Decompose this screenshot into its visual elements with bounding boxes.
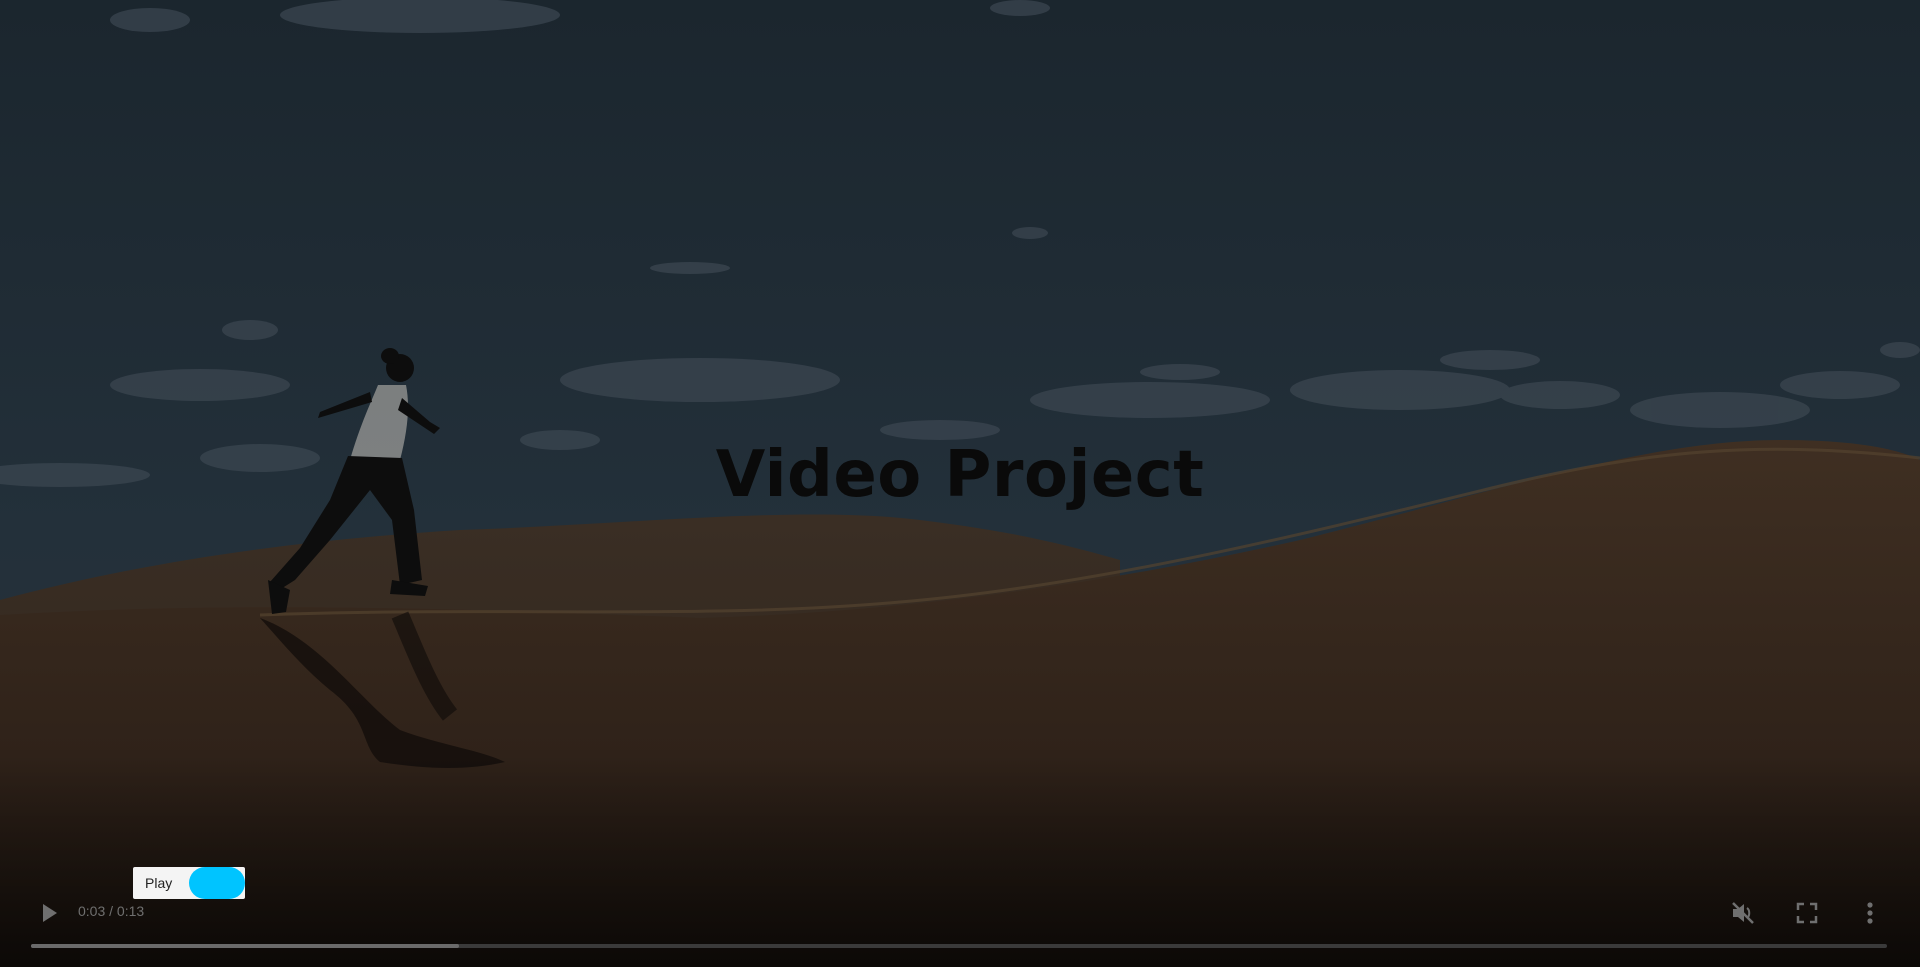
play-button[interactable] xyxy=(36,900,62,926)
seek-bar-progress xyxy=(31,944,460,948)
more-vert-icon xyxy=(1867,902,1873,924)
video-player[interactable]: Video Project Play 0:03 / 0:13 xyxy=(0,0,1920,967)
video-controls: 0:03 / 0:13 xyxy=(0,890,1920,967)
mute-button[interactable] xyxy=(1728,898,1758,928)
video-title: Video Project xyxy=(715,438,1205,512)
time-display: 0:03 / 0:13 xyxy=(78,903,145,919)
fullscreen-icon xyxy=(1796,902,1818,924)
seek-bar[interactable] xyxy=(31,944,1887,948)
fullscreen-button[interactable] xyxy=(1792,898,1822,928)
more-options-button[interactable] xyxy=(1855,898,1885,928)
play-toggle-label: Play xyxy=(145,875,173,891)
play-icon xyxy=(43,904,57,922)
volume-muted-icon xyxy=(1732,902,1754,924)
